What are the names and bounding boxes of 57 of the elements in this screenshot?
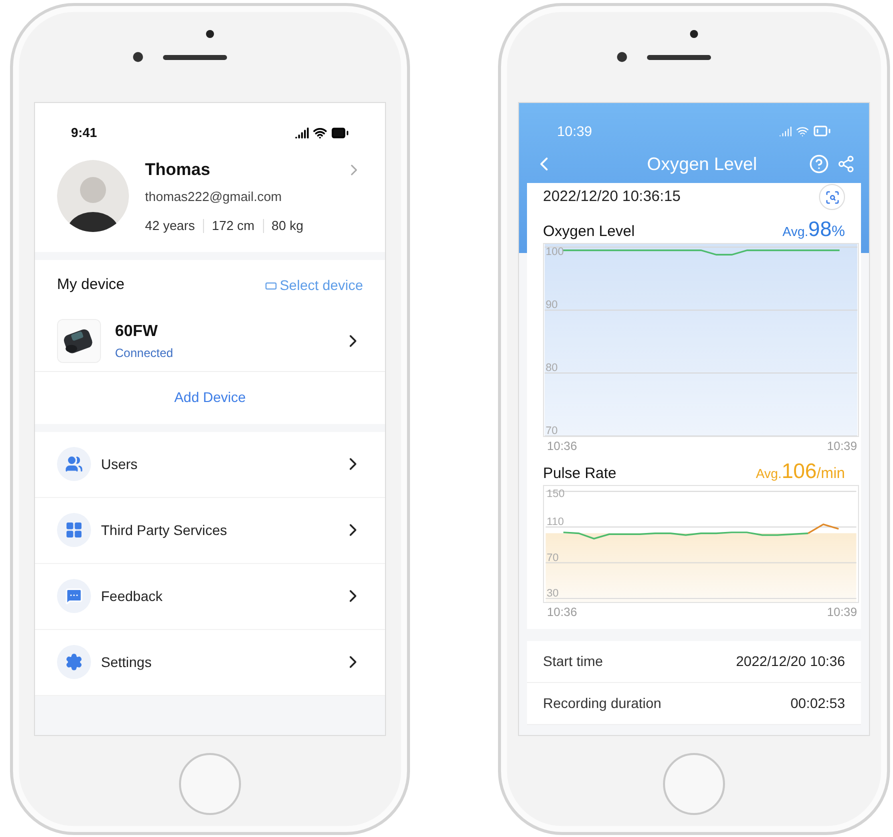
average-reading: Avg.98% bbox=[782, 218, 845, 242]
device-name: 60FW bbox=[115, 322, 159, 342]
section-title: My device bbox=[57, 275, 125, 296]
menu-item[interactable]: Third Party Services bbox=[35, 498, 385, 564]
user-stat: 172 cm bbox=[212, 217, 255, 235]
speaker-grille bbox=[163, 54, 227, 60]
chart-title: Oxygen Level bbox=[543, 222, 635, 242]
device-status: Connected bbox=[115, 345, 174, 362]
user-stat: 42 years bbox=[145, 217, 195, 235]
menu-label: Feedback bbox=[101, 586, 164, 606]
device-icon bbox=[264, 280, 277, 292]
menu-label: Settings bbox=[101, 652, 153, 672]
wifi-icon bbox=[313, 126, 327, 140]
user-email: thomas222@gmail.com bbox=[145, 188, 283, 206]
speaker-grille bbox=[647, 54, 711, 60]
menu-item[interactable]: Feedback bbox=[35, 564, 385, 630]
menu-label: Users bbox=[101, 454, 139, 474]
add-device-button[interactable]: Add Device bbox=[174, 387, 246, 408]
axis-label: 10:36 bbox=[546, 438, 578, 455]
axis-label: 30 bbox=[546, 587, 559, 600]
axis-label: 110 bbox=[546, 516, 564, 528]
menu-item[interactable]: Settings bbox=[35, 630, 385, 696]
status-time: 10:39 bbox=[557, 122, 592, 140]
axis-label: 70 bbox=[546, 552, 559, 564]
device-row[interactable]: 60FW Connected bbox=[35, 312, 385, 372]
axis-label: 10:39 bbox=[826, 604, 858, 621]
help-icon[interactable] bbox=[808, 154, 829, 174]
menu-item[interactable]: Users bbox=[35, 432, 385, 498]
chart-title: Pulse Rate bbox=[543, 464, 616, 484]
search-document-icon bbox=[824, 190, 840, 204]
chat-icon bbox=[65, 587, 83, 605]
user-name: Thomas bbox=[145, 159, 210, 181]
detail-value: 00:02:53 bbox=[790, 694, 845, 713]
user-stat: 80 kg bbox=[272, 217, 304, 235]
axis-label: 10:39 bbox=[826, 438, 858, 455]
axis-label: 90 bbox=[546, 299, 558, 312]
users-icon bbox=[65, 455, 83, 473]
axis-label: 10:36 bbox=[546, 604, 578, 621]
detail-label: Start time bbox=[543, 652, 603, 671]
screen-title: Oxygen Level bbox=[646, 152, 758, 176]
grid-icon bbox=[65, 521, 83, 539]
detail-value: 2022/12/20 10:36 bbox=[736, 652, 845, 671]
axis-label: 100 bbox=[546, 246, 564, 258]
axis-label: 70 bbox=[546, 425, 558, 437]
timestamp: 2022/12/20 10:36:15 bbox=[543, 186, 681, 207]
signal-icon bbox=[779, 124, 792, 138]
settings-icon bbox=[65, 653, 83, 671]
menu-label: Third Party Services bbox=[101, 520, 228, 540]
signal-icon bbox=[295, 126, 309, 140]
axis-label: 150 bbox=[546, 488, 565, 500]
status-time: 9:41 bbox=[71, 124, 98, 142]
report-button[interactable] bbox=[819, 184, 845, 210]
wifi-icon bbox=[796, 124, 809, 138]
detail-label: Recording duration bbox=[543, 694, 662, 713]
average-reading: Avg.106/min bbox=[756, 460, 845, 484]
share-icon[interactable] bbox=[836, 155, 855, 173]
axis-label: 80 bbox=[546, 362, 558, 374]
